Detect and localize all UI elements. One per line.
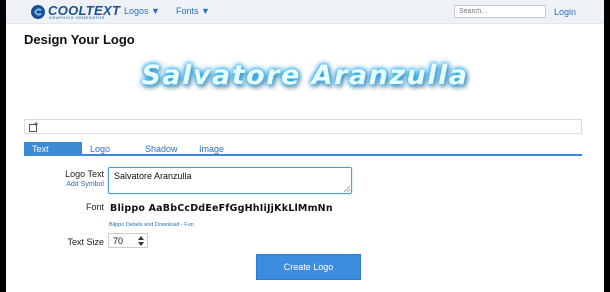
- resize-handle-icon[interactable]: [344, 186, 350, 192]
- preview-toolbar: [24, 119, 582, 134]
- browser-page: COOLTEXT GRAPHICS GENERATOR Logos ▼ Font…: [6, 0, 604, 292]
- font-sample[interactable]: Blippo AaBbCcDdEeFfGgHhIiJjKkLlMmNn: [110, 203, 333, 214]
- tab-text[interactable]: Text: [24, 142, 82, 155]
- text-size-input[interactable]: 70: [108, 233, 148, 248]
- font-label: Font: [85, 202, 104, 212]
- text-size-label: Text Size: [67, 237, 104, 247]
- text-size-value: 70: [113, 236, 124, 246]
- logo-text-input[interactable]: Salvatore Aranzulla: [108, 167, 352, 194]
- fonts-menu[interactable]: Fonts ▼: [176, 6, 210, 16]
- create-logo-button[interactable]: Create Logo: [256, 254, 361, 280]
- spinner-arrows-icon[interactable]: [137, 235, 145, 247]
- cooltext-logo-icon: [31, 5, 45, 19]
- tab-logo[interactable]: Logo: [90, 142, 110, 155]
- logo-preview-text: Salvatore Aranzulla: [141, 60, 469, 91]
- cooltext-logo[interactable]: COOLTEXT GRAPHICS GENERATOR: [28, 3, 120, 21]
- page-title: Design Your Logo: [24, 32, 135, 47]
- logo-preview: Salvatore Aranzulla: [6, 54, 604, 109]
- image-add-icon[interactable]: [29, 122, 39, 132]
- top-navigation: COOLTEXT GRAPHICS GENERATOR Logos ▼ Font…: [6, 0, 604, 24]
- logo-subtitle: GRAPHICS GENERATOR: [49, 15, 105, 20]
- login-link[interactable]: Login: [554, 7, 576, 17]
- editor-tabs: Text Logo Shadow Image: [24, 142, 582, 156]
- add-symbol-link[interactable]: Add Symbol: [46, 181, 104, 188]
- font-details-link[interactable]: Blippo Details and Download - Fun: [109, 222, 194, 228]
- logo-text-label: Logo Text: [65, 169, 104, 179]
- search-input[interactable]: [454, 5, 546, 18]
- logo-text-value: Salvatore Aranzulla: [114, 171, 192, 181]
- tab-shadow[interactable]: Shadow: [145, 142, 178, 155]
- tab-image[interactable]: Image: [199, 142, 224, 155]
- logos-menu[interactable]: Logos ▼: [124, 6, 160, 16]
